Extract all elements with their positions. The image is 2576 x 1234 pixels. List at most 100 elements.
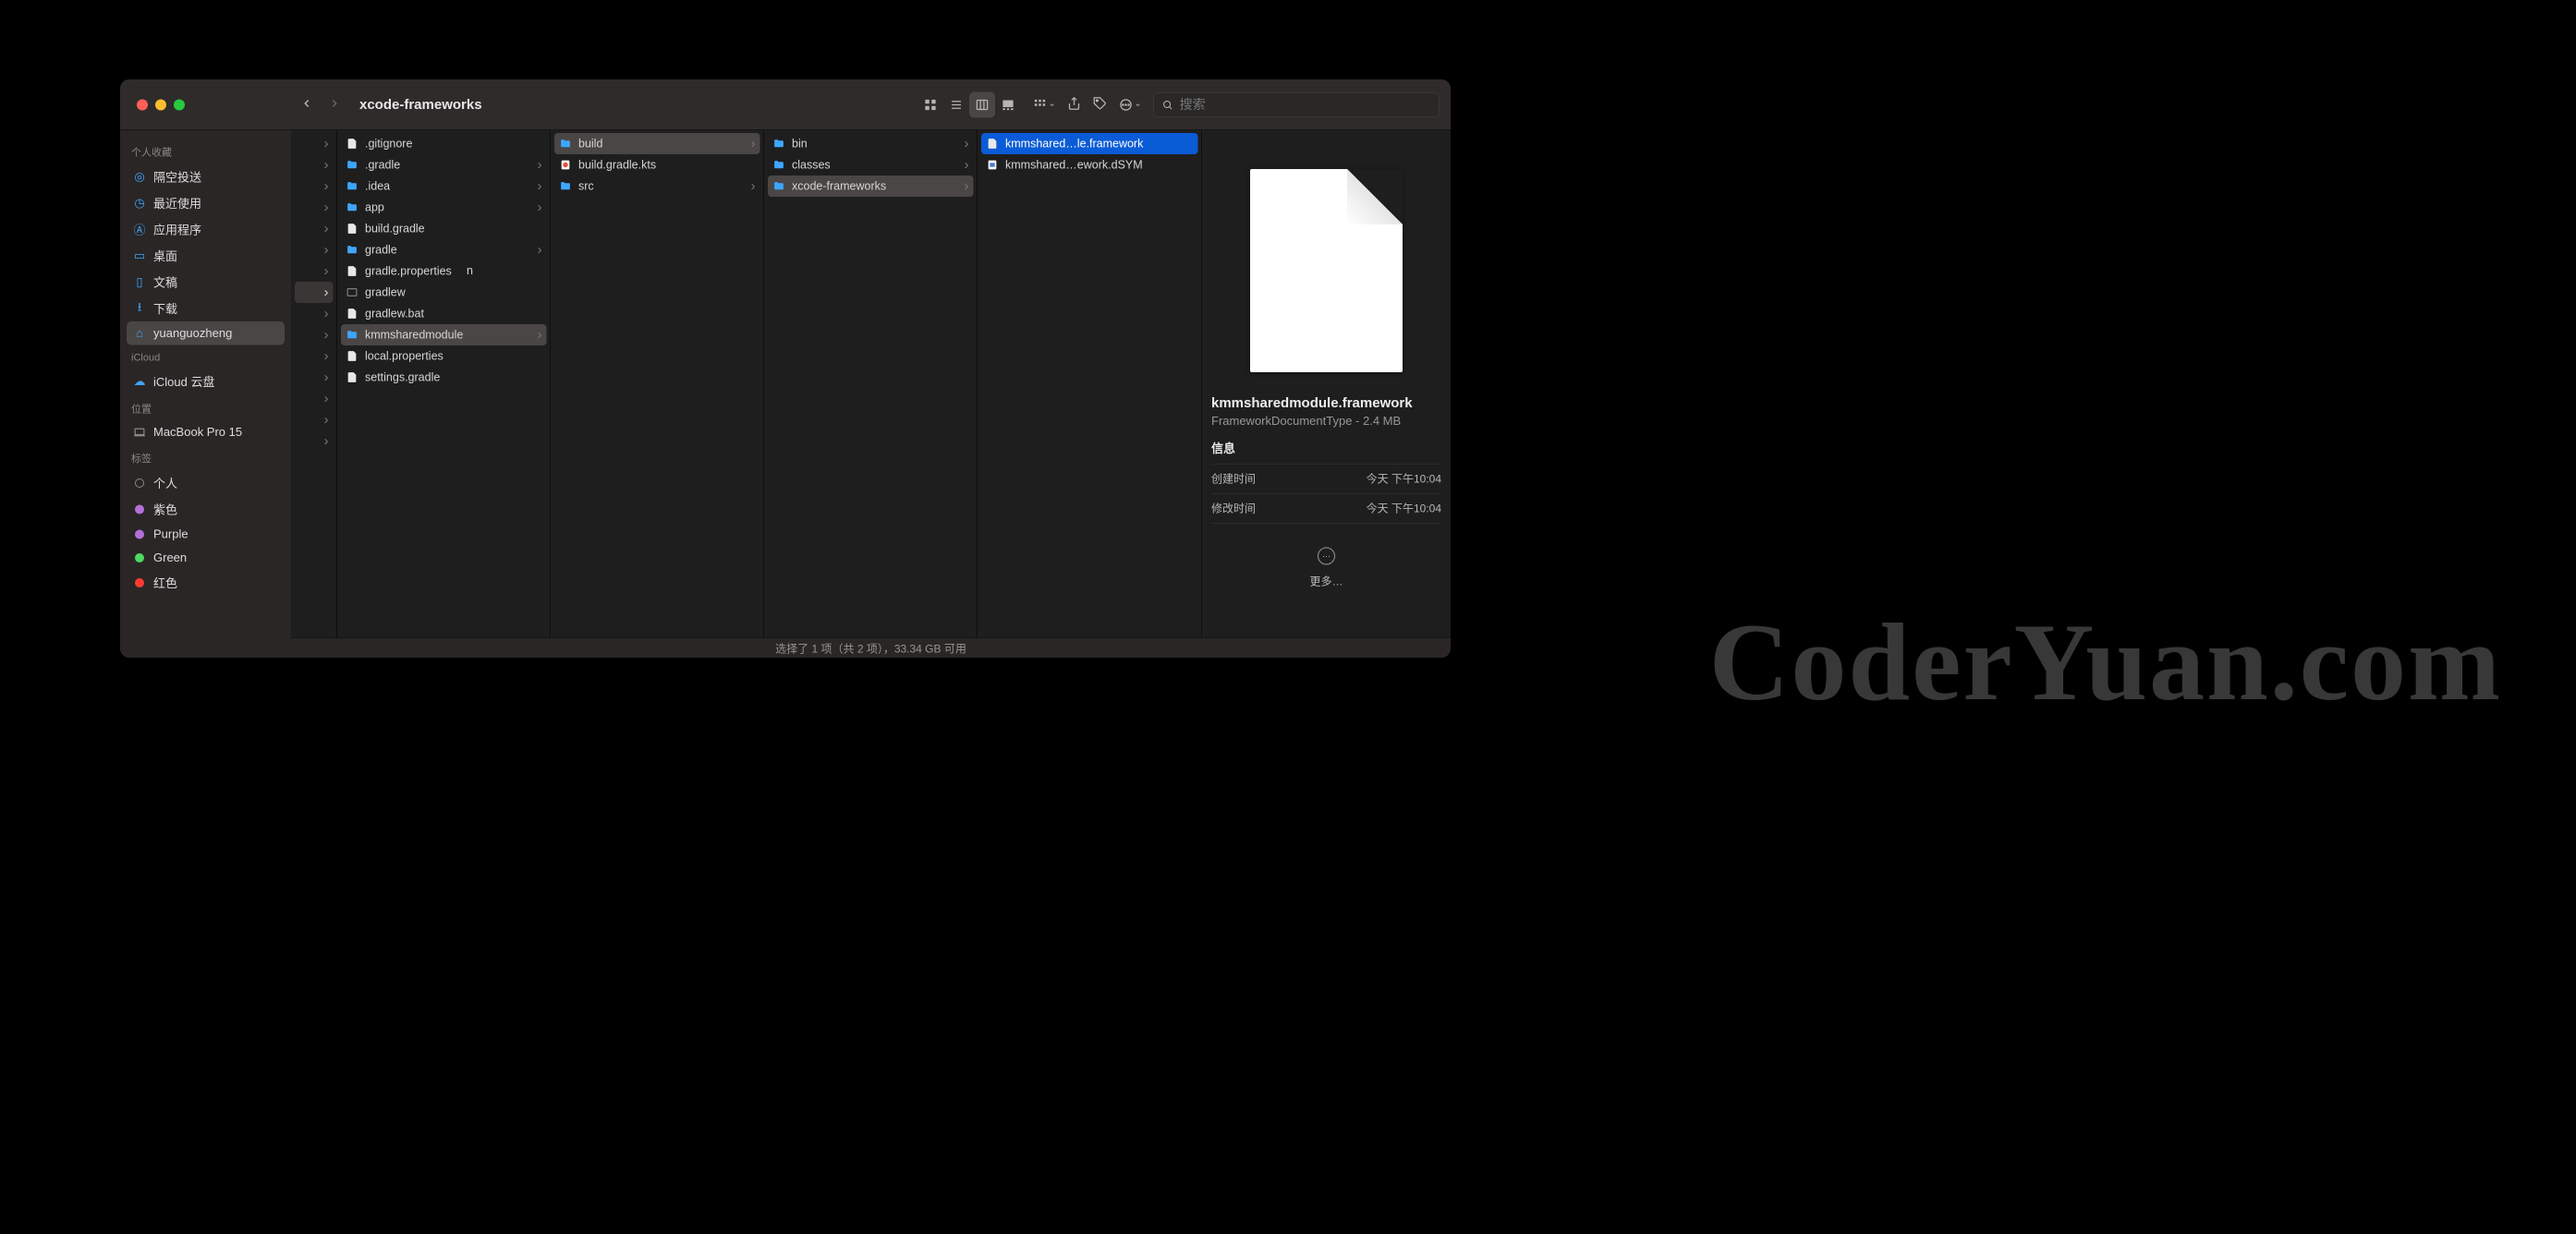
list-item[interactable]: bin — [768, 133, 974, 154]
list-item[interactable]: settings.gradle — [341, 367, 547, 388]
list-item[interactable]: build — [554, 133, 760, 154]
sidebar-item-macbook[interactable]: MacBook Pro 15 — [127, 420, 285, 444]
sidebar-item-airdrop[interactable]: ◎隔空投送 — [127, 163, 285, 190]
group-button[interactable] — [1033, 98, 1055, 112]
column-browser: n .gitignore.gradle.ideaappbuild.gradleg… — [291, 130, 1451, 658]
folder-icon — [346, 180, 358, 193]
sidebar-tag[interactable]: Green — [127, 546, 285, 570]
file-icon — [346, 350, 358, 363]
gallery-view-button[interactable] — [995, 91, 1021, 117]
close-button[interactable] — [137, 99, 148, 110]
sidebar-item-desktop[interactable]: ▭桌面 — [127, 243, 285, 270]
preview-subtitle: FrameworkDocumentType - 2.4 MB — [1211, 414, 1401, 429]
sidebar-item-doc[interactable]: ▯文稿 — [127, 269, 285, 296]
sidebar-item-app[interactable]: Ⓐ应用程序 — [127, 216, 285, 243]
sidebar-header-favorites: 个人收藏 — [127, 138, 285, 163]
preview-pane: kmmsharedmodule.framework FrameworkDocum… — [1202, 130, 1451, 658]
column-4[interactable]: kmmshared…le.frameworkkmmshared…ework.dS… — [978, 130, 1202, 658]
sidebar-tag[interactable]: Purple — [127, 523, 285, 547]
sidebar-item-clock[interactable]: ◷最近使用 — [127, 190, 285, 217]
sidebar-tag[interactable]: 红色 — [127, 570, 285, 597]
file-thumbnail — [1250, 169, 1403, 372]
folder-icon — [346, 244, 358, 257]
column-3[interactable]: binclassesxcode-frameworks — [764, 130, 978, 658]
folder-icon — [346, 201, 358, 214]
list-item[interactable] — [295, 218, 334, 239]
list-item[interactable] — [295, 303, 334, 324]
list-item[interactable] — [295, 430, 334, 452]
zoom-button[interactable] — [174, 99, 185, 110]
folder-icon — [346, 329, 358, 342]
list-item[interactable] — [295, 260, 334, 282]
list-item[interactable] — [295, 154, 334, 175]
column-2[interactable]: buildbuild.gradle.ktssrc — [551, 130, 764, 658]
action-button[interactable] — [1119, 98, 1141, 112]
preview-filename: kmmsharedmodule.framework — [1211, 395, 1413, 411]
sidebar-item-download[interactable]: ⭳下载 — [127, 296, 285, 322]
list-item[interactable]: kmmshared…ework.dSYM — [981, 154, 1198, 175]
sidebar-tag[interactable]: 个人 — [127, 470, 285, 497]
list-item[interactable]: gradlew.bat — [341, 303, 547, 324]
folder-icon — [346, 159, 358, 172]
titlebar: xcode-frameworks — [120, 79, 1451, 130]
list-item[interactable] — [295, 345, 334, 367]
list-item[interactable]: kmmsharedmodule — [341, 324, 547, 345]
sidebar-header-locations: 位置 — [127, 394, 285, 420]
list-item[interactable]: src — [554, 175, 760, 197]
list-item[interactable] — [295, 133, 334, 154]
watermark: CoderYuan.com — [1709, 599, 2502, 726]
list-item[interactable]: gradlew — [341, 282, 547, 303]
list-item[interactable] — [295, 367, 334, 388]
folder-icon — [772, 180, 785, 193]
list-item[interactable]: app — [341, 197, 547, 218]
list-item[interactable]: .gitignore — [341, 133, 547, 154]
preview-created: 创建时间今天 下午10:04 — [1211, 464, 1441, 486]
forward-button[interactable] — [328, 97, 341, 113]
list-view-button[interactable] — [943, 91, 969, 117]
list-item[interactable]: .idea — [341, 175, 547, 197]
back-button[interactable] — [300, 97, 313, 113]
file-icon — [346, 265, 358, 278]
file-icon — [346, 371, 358, 384]
sidebar-item-icloud[interactable]: ☁iCloud 云盘 — [127, 369, 285, 395]
list-item[interactable]: build.gradle.kts — [554, 154, 760, 175]
list-item[interactable] — [295, 239, 334, 260]
icon-view-button[interactable] — [917, 91, 943, 117]
list-item[interactable]: xcode-frameworks — [768, 175, 974, 197]
traffic-lights — [120, 99, 291, 110]
search-field[interactable] — [1153, 92, 1440, 117]
preview-more[interactable]: ⋯ 更多… — [1310, 548, 1343, 589]
search-input[interactable] — [1180, 97, 1431, 112]
list-item[interactable]: .gradle — [341, 154, 547, 175]
list-item[interactable]: local.properties — [341, 345, 547, 367]
list-item[interactable] — [295, 409, 334, 430]
list-item[interactable] — [295, 282, 334, 303]
share-button[interactable] — [1067, 97, 1081, 114]
list-item[interactable] — [295, 175, 334, 197]
list-item[interactable]: classes — [768, 154, 974, 175]
minimize-button[interactable] — [155, 99, 166, 110]
sidebar-tag[interactable]: 紫色 — [127, 496, 285, 523]
list-item[interactable]: kmmshared…le.framework — [981, 133, 1198, 154]
sidebar-header-icloud: iCloud — [127, 345, 285, 369]
view-switcher — [917, 91, 1021, 117]
more-icon: ⋯ — [1318, 548, 1335, 565]
list-item[interactable] — [295, 197, 334, 218]
sidebar-header-tags: 标签 — [127, 444, 285, 470]
sidebar: 个人收藏 ◎隔空投送◷最近使用Ⓐ应用程序▭桌面▯文稿⭳下载⌂yuanguozhe… — [120, 130, 291, 658]
list-item[interactable]: build.gradle — [341, 218, 547, 239]
sidebar-item-home[interactable]: ⌂yuanguozheng — [127, 321, 285, 345]
file-icon — [986, 138, 999, 151]
dsym-icon — [986, 159, 999, 172]
nav-buttons — [300, 97, 341, 113]
column-view-button[interactable] — [969, 91, 995, 117]
list-item[interactable] — [295, 388, 334, 409]
column-0[interactable] — [291, 130, 337, 658]
list-item[interactable]: gradle.properties — [341, 260, 547, 282]
list-item[interactable] — [295, 324, 334, 345]
list-item[interactable]: gradle — [341, 239, 547, 260]
column-1[interactable]: .gitignore.gradle.ideaappbuild.gradlegra… — [337, 130, 551, 658]
tags-button[interactable] — [1093, 97, 1107, 114]
file-icon — [346, 223, 358, 236]
preview-modified: 修改时间今天 下午10:04 — [1211, 493, 1441, 515]
